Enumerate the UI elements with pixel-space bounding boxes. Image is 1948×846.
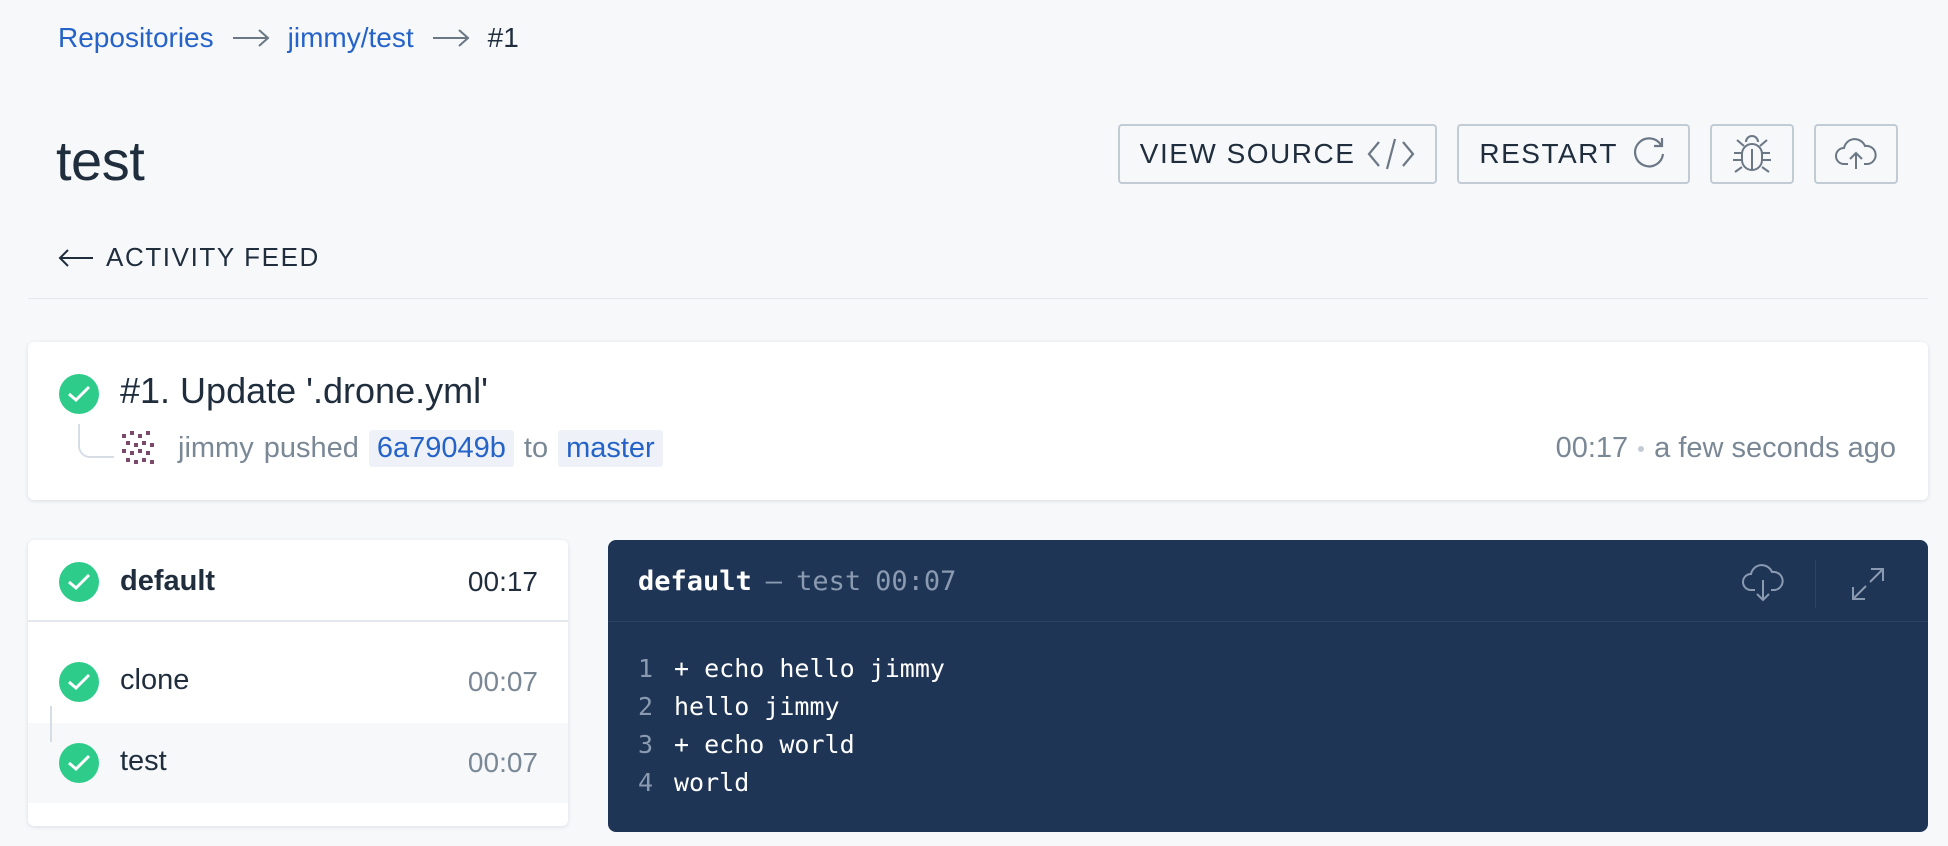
activity-feed-label: ACTIVITY FEED — [106, 242, 320, 272]
step-duration: 00:07 — [467, 747, 538, 778]
stage-duration: 00:17 — [467, 566, 538, 597]
step-item-clone[interactable]: clone 00:07 — [28, 642, 568, 722]
log-stage-name: default — [638, 566, 752, 597]
code-icon — [1367, 138, 1415, 170]
log-title-separator: — — [765, 566, 783, 597]
arrow-left-icon — [58, 248, 93, 267]
log-actions — [1733, 560, 1898, 608]
expand-log-button[interactable] — [1838, 562, 1898, 606]
success-check-icon — [59, 374, 99, 414]
commit-preposition: to — [523, 432, 549, 464]
arrow-right-icon — [432, 29, 470, 47]
log-line-number[interactable]: 2 — [638, 688, 674, 726]
cloud-upload-icon — [1835, 138, 1877, 169]
step-item-test[interactable]: test 00:07 — [28, 723, 568, 803]
build-time-ago: a few seconds ago — [1654, 432, 1896, 464]
cloud-download-icon — [1742, 564, 1784, 602]
step-name: clone — [120, 664, 190, 696]
log-actions-divider — [1815, 560, 1816, 608]
log-line-text: + echo hello jimmy — [674, 654, 945, 683]
build-commit-info: jimmy pushed 6a79049b to master — [178, 430, 663, 467]
section-divider — [28, 298, 1928, 299]
log-panel: default — test 00:07 1 + echo hello jimm… — [608, 540, 1928, 832]
log-line-number[interactable]: 1 — [638, 650, 674, 688]
step-connector-line — [50, 706, 52, 742]
view-source-button[interactable]: VIEW SOURCE — [1117, 124, 1438, 184]
log-line-text: world — [674, 768, 750, 797]
arrow-right-icon — [232, 29, 270, 47]
page-title: test — [56, 129, 145, 192]
restart-button[interactable]: RESTART — [1457, 124, 1690, 184]
step-duration: 00:07 — [467, 666, 538, 697]
commit-action: pushed — [263, 432, 359, 464]
build-duration: 00:17 — [1555, 432, 1629, 464]
log-line-number[interactable]: 3 — [638, 726, 674, 764]
log-title: default — test 00:07 — [638, 566, 956, 597]
branch-link[interactable]: master — [558, 430, 663, 467]
build-summary-card: #1. Update '.drone.yml' jimmy pushed 6a7… — [28, 342, 1928, 500]
restart-label: RESTART — [1479, 138, 1618, 169]
activity-feed-link[interactable]: ACTIVITY FEED — [58, 242, 320, 273]
bug-icon — [1733, 135, 1771, 173]
build-toolbar: VIEW SOURCE RESTART — [1117, 124, 1898, 184]
stage-panel: default 00:17 clone 00:07 test 00:07 — [28, 540, 568, 826]
separator-dot — [1638, 445, 1645, 452]
debug-button[interactable] — [1710, 124, 1794, 184]
success-check-icon — [59, 662, 99, 702]
expand-icon — [1852, 568, 1884, 600]
refresh-icon — [1634, 137, 1665, 168]
build-title: #1. Update '.drone.yml' — [120, 370, 488, 411]
commit-author: jimmy — [178, 432, 254, 464]
log-line-text: hello jimmy — [674, 692, 840, 721]
breadcrumb-repo-link[interactable]: jimmy/test — [288, 22, 414, 54]
build-timing: 00:17 a few seconds ago — [1556, 432, 1896, 465]
log-duration: 00:07 — [875, 566, 957, 597]
log-header: default — test 00:07 — [608, 540, 1928, 622]
breadcrumb: Repositories jimmy/test #1 — [58, 22, 519, 54]
view-source-label: VIEW SOURCE — [1139, 138, 1356, 169]
stage-name: default — [120, 565, 216, 597]
log-line: 1 + echo hello jimmy — [638, 650, 1928, 688]
log-line-text: + echo world — [674, 730, 855, 759]
download-log-button[interactable] — [1733, 562, 1793, 606]
log-line: 3 + echo world — [638, 726, 1928, 764]
avatar — [122, 431, 154, 464]
log-line: 2 hello jimmy — [638, 688, 1928, 726]
stage-header[interactable]: default 00:17 — [28, 540, 568, 622]
success-check-icon — [59, 743, 99, 783]
tree-connector — [78, 424, 114, 458]
log-step-name: test — [796, 566, 862, 597]
success-check-icon — [59, 562, 99, 602]
step-name: test — [120, 745, 167, 777]
log-line-number[interactable]: 4 — [638, 764, 674, 802]
log-line: 4 world — [638, 764, 1928, 802]
breadcrumb-repositories-link[interactable]: Repositories — [58, 22, 214, 54]
promote-button[interactable] — [1814, 124, 1898, 184]
commit-sha-link[interactable]: 6a79049b — [368, 430, 514, 467]
breadcrumb-current: #1 — [487, 22, 519, 53]
log-output: 1 + echo hello jimmy 2 hello jimmy 3 + e… — [608, 622, 1928, 802]
